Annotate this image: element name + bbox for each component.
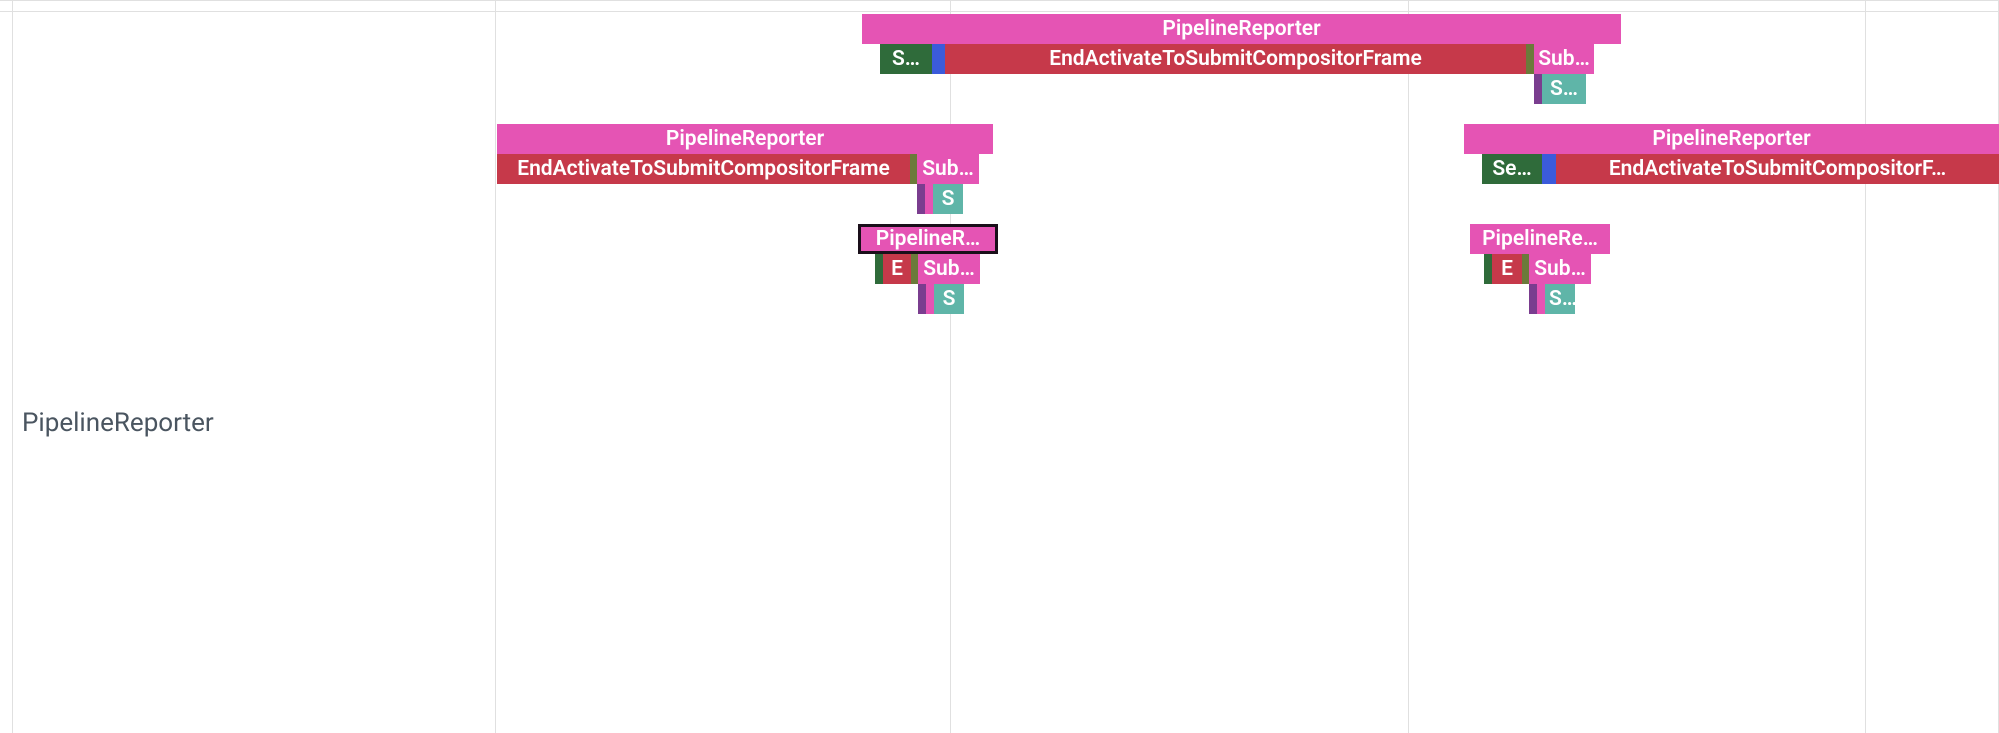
trace-slice-purple-marker[interactable]	[1529, 284, 1537, 314]
grid-line	[12, 0, 13, 733]
trace-slice-subthread[interactable]: S	[933, 184, 963, 214]
trace-slice-pipeline-reporter[interactable]: PipelineReporter	[1464, 124, 1999, 154]
track-label-pipeline-reporter[interactable]: PipelineReporter	[22, 408, 214, 438]
trace-slice-subthread[interactable]: S	[934, 284, 964, 314]
trace-slice-submit-compositor-frame[interactable]: Sub…	[918, 254, 980, 284]
grid-line	[495, 0, 496, 733]
trace-slice-send-begin-main-frame[interactable]: Se…	[1482, 154, 1542, 184]
trace-slice-purple-marker[interactable]	[1534, 74, 1542, 104]
trace-slice-end-activate-short[interactable]: E	[883, 254, 911, 284]
grid-line	[1408, 0, 1409, 733]
trace-slice-submit-compositor-frame[interactable]: Sub…	[1534, 44, 1594, 74]
grid-line	[950, 0, 951, 733]
timeline-grid	[0, 0, 1999, 733]
trace-slice-pipeline-reporter[interactable]: PipelineRe…	[1470, 224, 1610, 254]
trace-slice-subthread[interactable]: S…	[1545, 284, 1575, 314]
trace-slice-submit-compositor-frame[interactable]: Sub…	[1529, 254, 1591, 284]
trace-slice-pink-marker[interactable]	[926, 284, 934, 314]
trace-slice-end-activate-short[interactable]: E	[1492, 254, 1522, 284]
trace-slice-pink-marker[interactable]	[925, 184, 933, 214]
trace-slice-purple-marker[interactable]	[917, 184, 925, 214]
trace-slice-commit[interactable]	[932, 44, 945, 74]
trace-slice-purple-marker[interactable]	[918, 284, 926, 314]
trace-slice-submit-marker[interactable]	[1526, 44, 1534, 74]
trace-slice-send-begin-main-frame[interactable]: S…	[880, 44, 932, 74]
horizontal-separator	[0, 11, 1999, 12]
trace-slice-pipeline-reporter[interactable]: PipelineReporter	[862, 14, 1621, 44]
trace-slice-end-activate-to-submit[interactable]: EndActivateToSubmitCompositorFrame	[945, 44, 1526, 74]
horizontal-separator	[0, 0, 1999, 1]
trace-slice-submit-compositor-frame[interactable]: Sub…	[917, 154, 979, 184]
trace-slice-commit[interactable]	[1542, 154, 1556, 184]
trace-slice-end-activate-to-submit[interactable]: EndActivateToSubmitCompositorFrame	[497, 154, 910, 184]
trace-slice-subthread[interactable]: S…	[1542, 74, 1586, 104]
trace-slice-pipeline-reporter[interactable]: PipelineReporter	[497, 124, 993, 154]
grid-line	[1865, 0, 1866, 733]
trace-slice-pink-marker[interactable]	[1537, 284, 1545, 314]
trace-slice-green-marker[interactable]	[1484, 254, 1492, 284]
trace-slice-green-marker[interactable]	[875, 254, 883, 284]
trace-slice-end-activate-to-submit[interactable]: EndActivateToSubmitCompositorF…	[1556, 154, 1999, 184]
trace-slice-pipeline-reporter-selected[interactable]: PipelineR…	[858, 224, 998, 254]
